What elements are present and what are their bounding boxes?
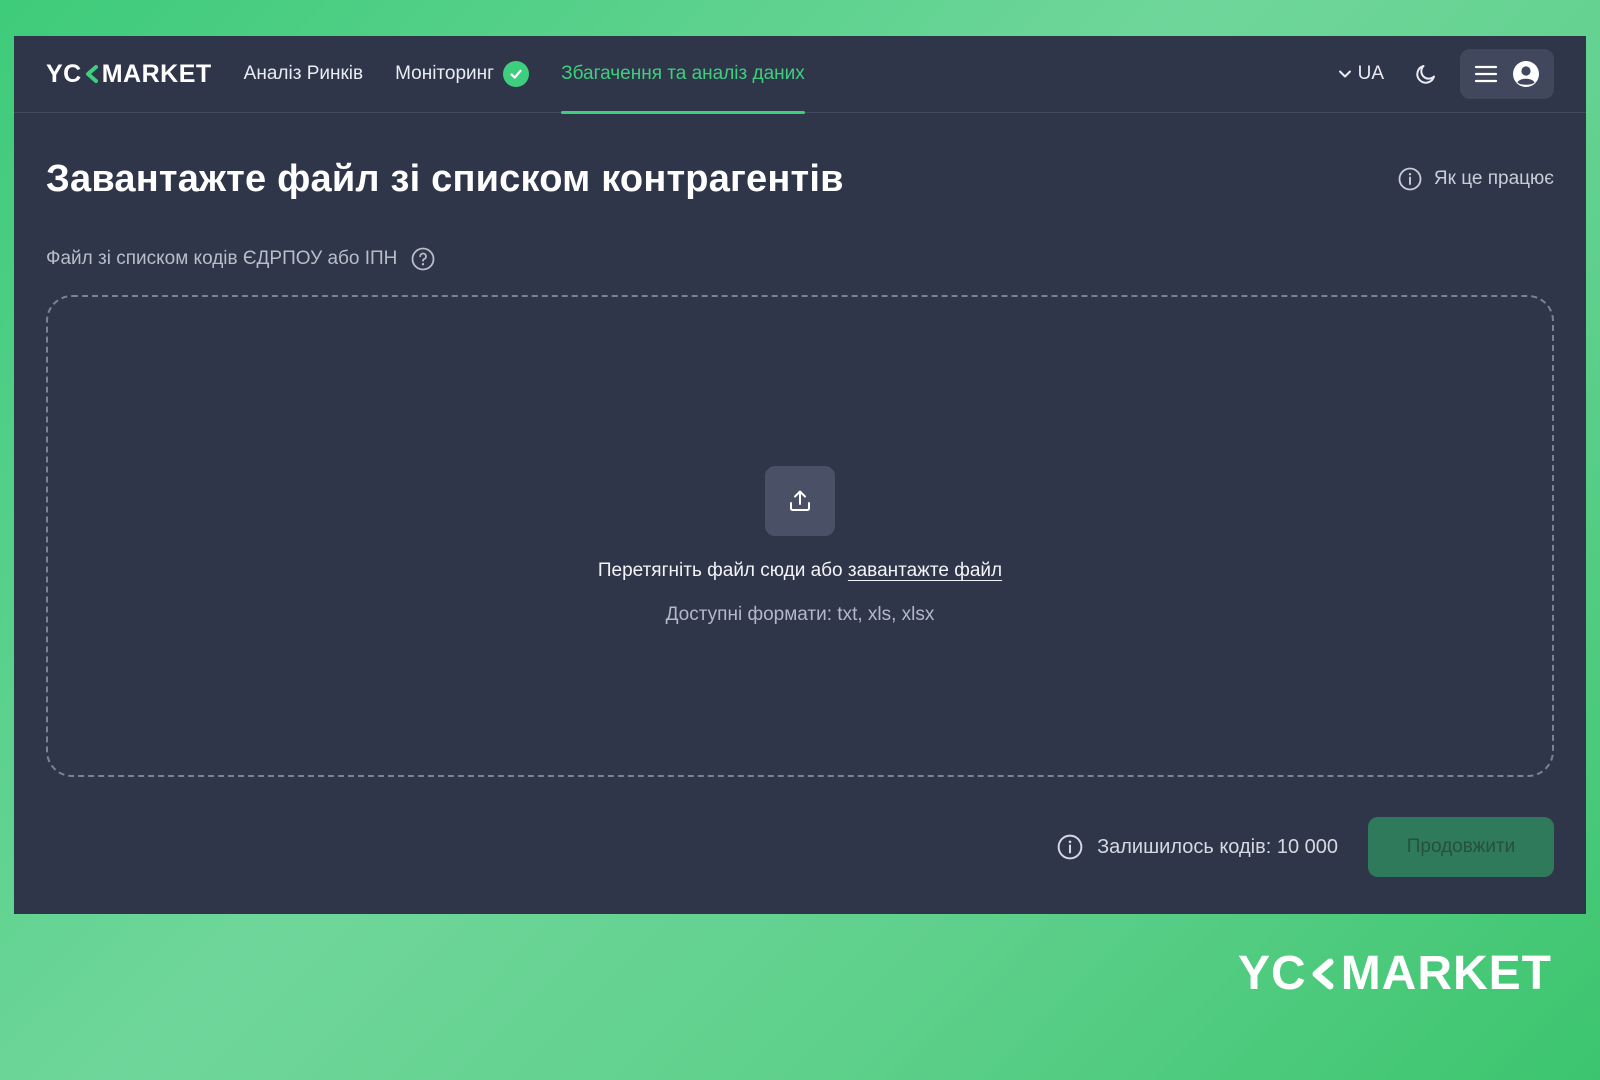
page-title: Завантажте файл зі списком контрагентів [46,157,844,200]
language-selector[interactable]: UA [1338,63,1384,85]
how-it-works-label: Як це працює [1433,168,1554,189]
header-actions: UA [1338,49,1554,99]
info-icon [1398,167,1422,191]
user-icon [1513,61,1539,87]
theme-toggle-button[interactable] [1414,62,1438,86]
main-content: Завантажте файл зі списком контрагентів … [14,155,1586,877]
menu-icon [1474,65,1498,83]
check-icon [503,61,530,87]
nav-item-monitoring[interactable]: Моніторинг [395,36,530,113]
title-row: Завантажте файл зі списком контрагентів … [46,155,1554,203]
chevron-down-icon [1338,70,1351,78]
watermark-right-text: MARKET [1340,947,1552,1000]
help-icon[interactable] [411,247,435,271]
remaining-codes: Залишилось кодів: 10 000 [1057,834,1338,860]
nav-item-data-enrichment[interactable]: Збагачення та аналіз даних [561,36,805,114]
remaining-codes-text: Залишилось кодів: 10 000 [1097,835,1338,858]
user-menu-button[interactable] [1460,49,1554,99]
dropzone-instruction: Перетягніть файл сюди або завантажте фай… [598,560,1002,582]
logo-left-text: YC [46,59,82,88]
nav-item-label: Збагачення та аналіз даних [561,63,805,84]
dropzone-text: Перетягніть файл сюди або [597,560,843,581]
watermark-logo: YC MARKET [1238,946,1552,1001]
main-nav: Аналіз Ринків Моніторинг Збагачення та а… [244,36,837,114]
supported-formats: Доступні формати: txt, xls, xlsx [665,604,935,625]
file-field-label-text: Файл зі списком кодів ЄДРПОУ або ІПН [46,248,398,269]
logo-mark-icon [1312,958,1334,989]
how-it-works-link[interactable]: Як це працює [1398,167,1554,191]
continue-button-label: Продовжити [1406,836,1516,857]
file-field-label: Файл зі списком кодів ЄДРПОУ або ІПН [46,247,1554,271]
logo-mark-icon [85,65,98,83]
top-navigation-bar: YC MARKET Аналіз Ринків Моніторинг Збага… [14,36,1586,114]
logo-right-text: MARKET [101,59,212,88]
language-label: UA [1357,63,1384,84]
app-window: YC MARKET Аналіз Ринків Моніторинг Збага… [14,36,1586,914]
watermark-left-text: YC [1238,947,1307,1000]
upload-icon [790,490,810,511]
footer-actions: Залишилось кодів: 10 000 Продовжити [46,817,1554,877]
file-dropzone[interactable]: Перетягніть файл сюди або завантажте фай… [46,295,1554,777]
continue-button[interactable]: Продовжити [1368,817,1554,877]
nav-item-label: Моніторинг [395,63,495,84]
info-icon [1057,834,1083,860]
upload-button[interactable] [765,466,835,536]
upload-file-link[interactable]: завантажте файл [848,560,1002,581]
nav-item-label: Аналіз Ринків [243,63,364,84]
logo[interactable]: YC MARKET [46,60,212,89]
moon-icon [1416,65,1435,84]
nav-item-market-analysis[interactable]: Аналіз Ринків [244,36,363,113]
